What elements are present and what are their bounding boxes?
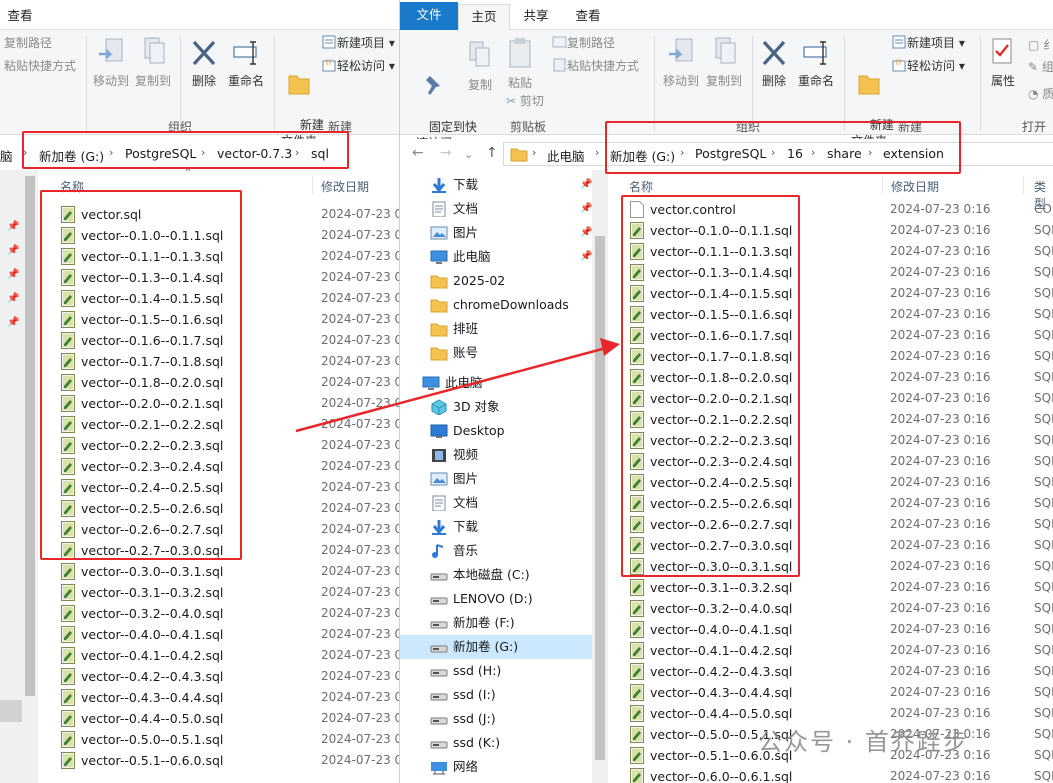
watermark: 公众号 · 首乔跬步 bbox=[758, 728, 969, 756]
annotation-arrow bbox=[295, 338, 620, 433]
